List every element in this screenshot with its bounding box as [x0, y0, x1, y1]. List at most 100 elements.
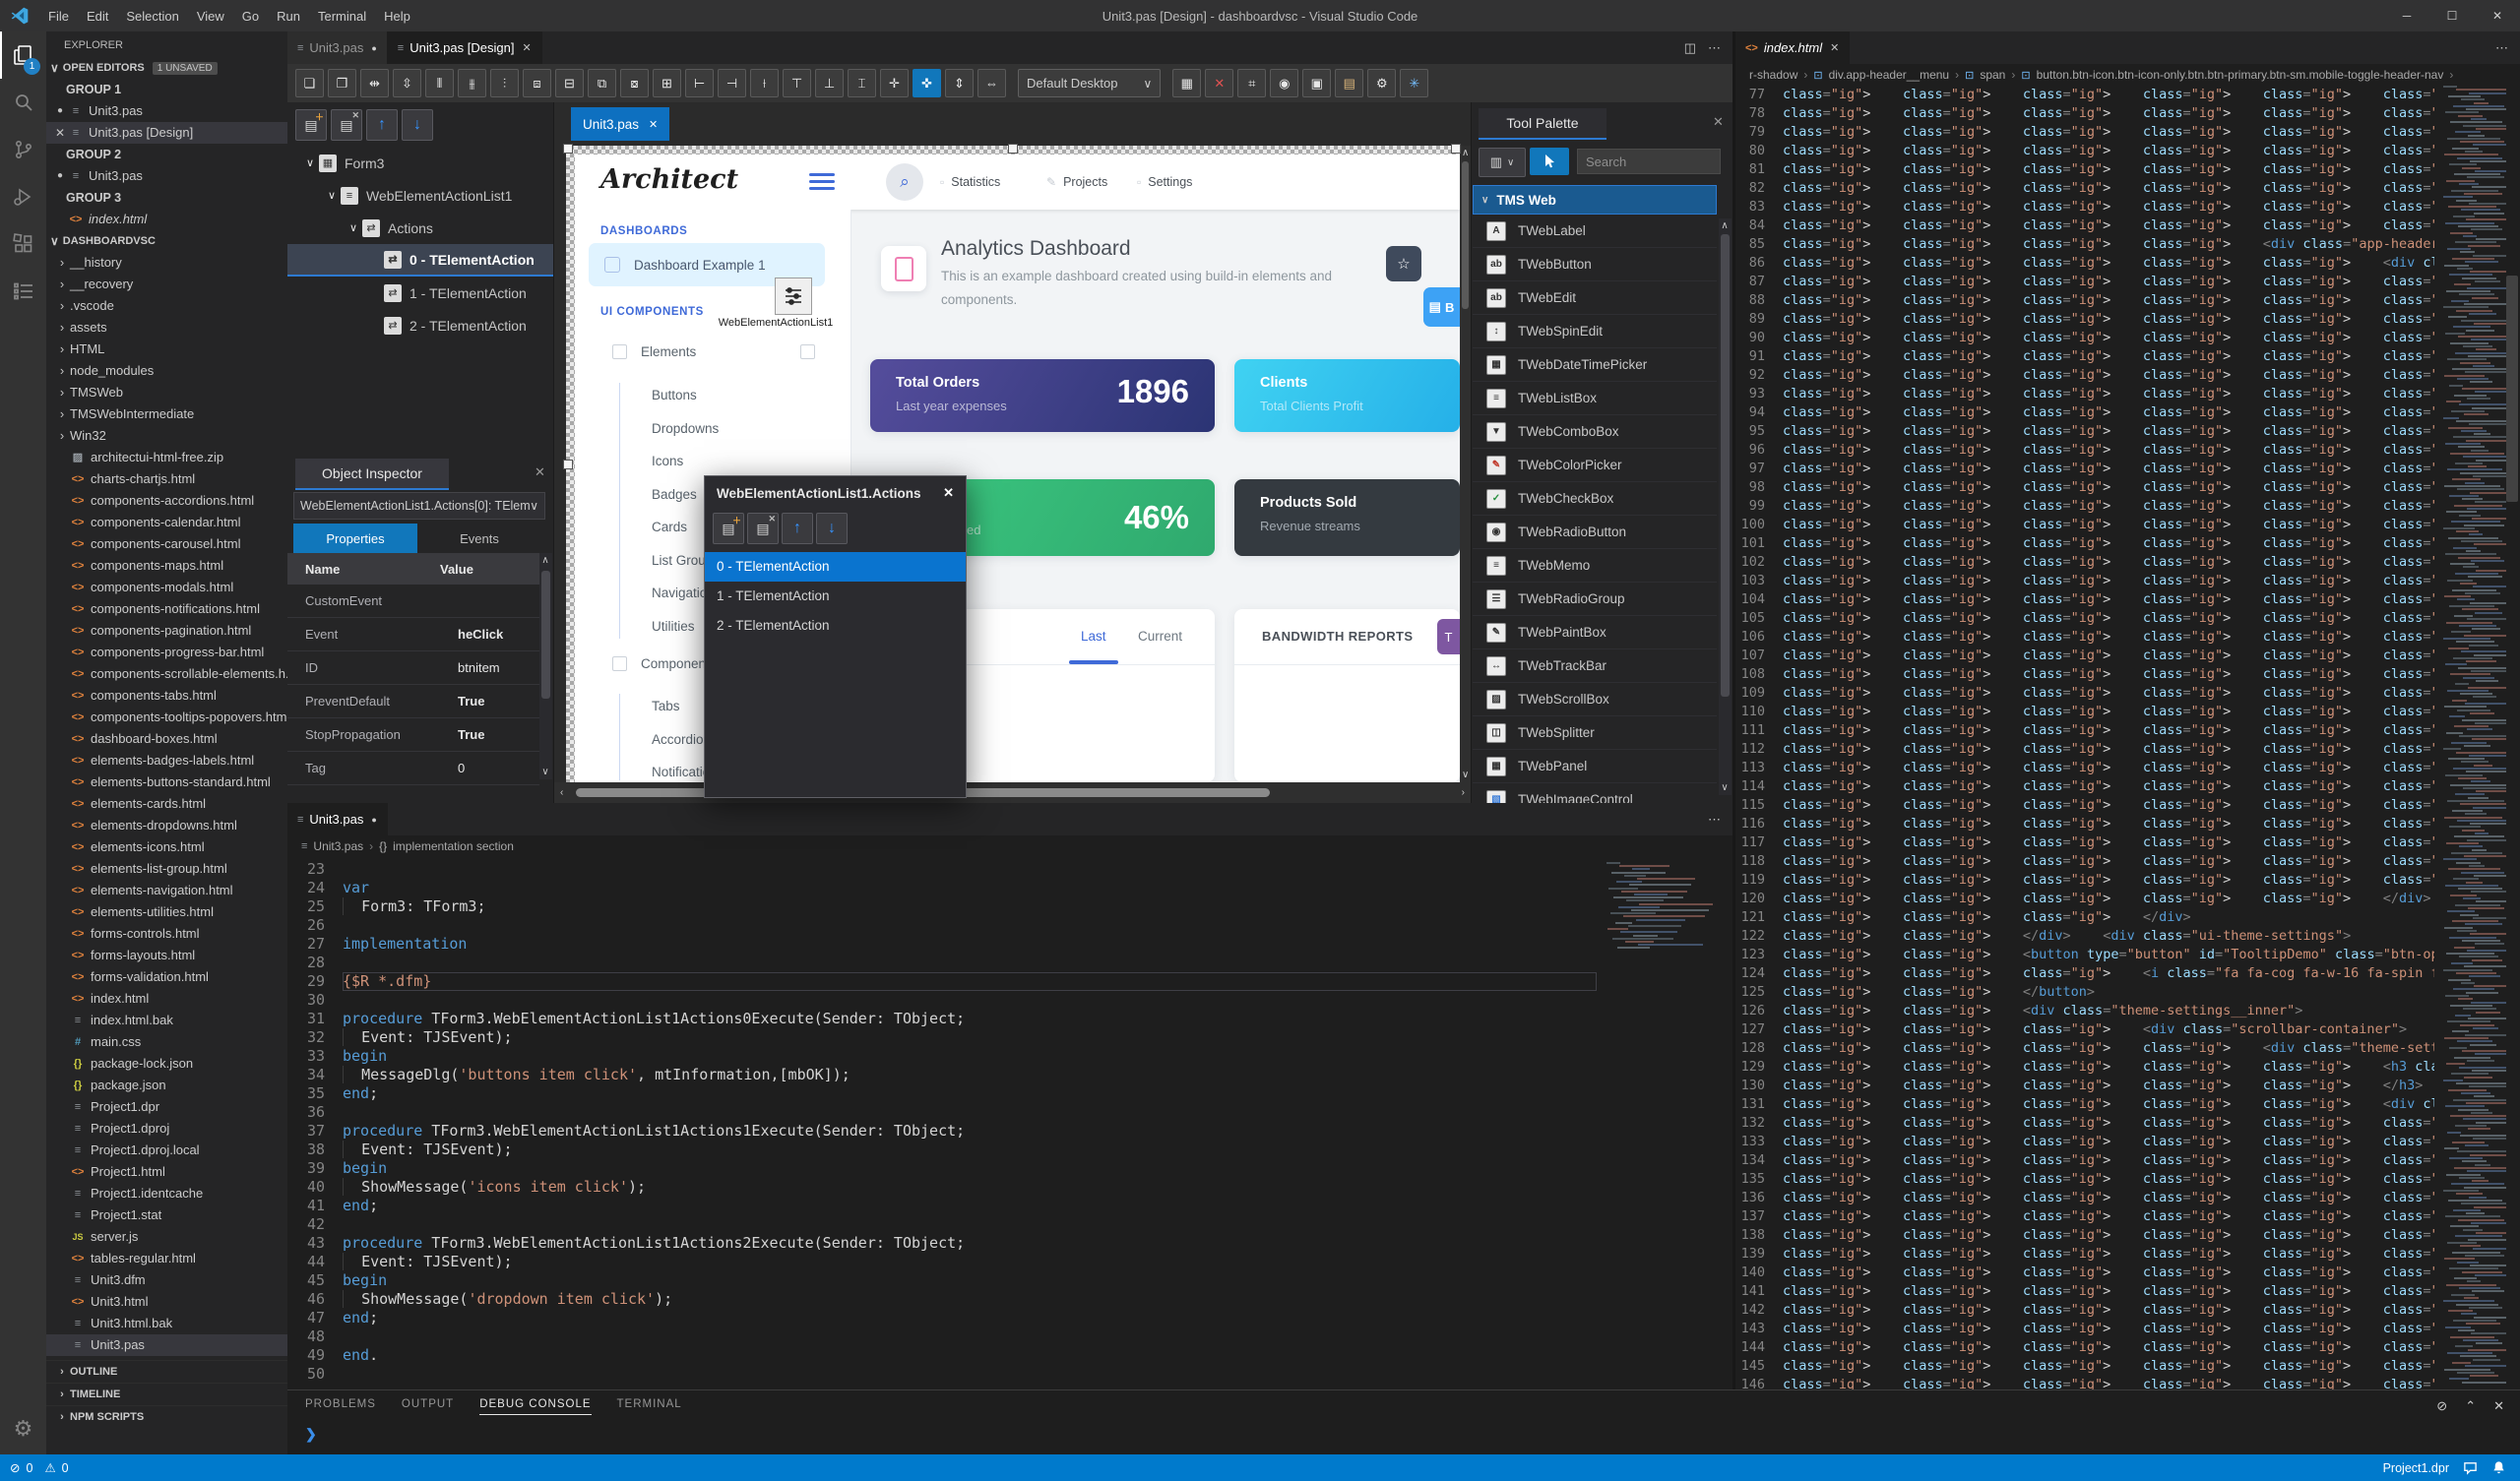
menu-terminal[interactable]: Terminal — [309, 9, 375, 24]
file-tables-regular-html[interactable]: <>tables-regular.html — [46, 1248, 287, 1269]
property-value[interactable]: 0 — [458, 761, 465, 775]
code-line[interactable]: 111class="ig"> class="ig"> class="ig"> c… — [1735, 721, 2434, 740]
sidebar-item-utilities[interactable]: Utilities — [652, 617, 695, 637]
code-line[interactable]: 92class="ig"> class="ig"> class="ig"> cl… — [1735, 366, 2434, 385]
bandwidth-button[interactable]: T — [1437, 619, 1460, 654]
panel-tab-debug-console[interactable]: DEBUG CONSOLE — [479, 1398, 591, 1415]
file-Project1-dproj-local[interactable]: ≡Project1.dproj.local — [46, 1140, 287, 1161]
panel-tab-output[interactable]: OUTPUT — [402, 1398, 454, 1415]
code-line[interactable]: 95class="ig"> class="ig"> class="ig"> cl… — [1735, 422, 2434, 441]
bell-icon[interactable] — [2491, 1460, 2506, 1475]
align-bottom-icon[interactable]: ⊥ — [815, 69, 844, 97]
file-architectui-html-free-zip[interactable]: ▨architectui-html-free.zip — [46, 447, 287, 468]
move-down-icon[interactable]: ↓ — [402, 109, 433, 141]
blue-action-button[interactable]: ▤B — [1423, 287, 1460, 327]
resize-handle[interactable] — [1008, 144, 1018, 154]
palette-search-input[interactable] — [1577, 149, 1721, 174]
tab-index-html[interactable]: <> index.html ✕ — [1735, 31, 1850, 64]
code-line[interactable]: 98class="ig"> class="ig"> class="ig"> cl… — [1735, 478, 2434, 497]
code-line[interactable]: 87class="ig"> class="ig"> class="ig"> cl… — [1735, 273, 2434, 291]
align-top-icon[interactable]: ⊤ — [783, 69, 811, 97]
code-line[interactable]: 114class="ig"> class="ig"> class="ig"> c… — [1735, 777, 2434, 796]
breadcrumb-item[interactable]: span — [1980, 68, 2005, 82]
view-grid-icon[interactable]: ▦ — [1172, 69, 1201, 97]
center-horizontally-icon[interactable]: ✛ — [880, 69, 909, 97]
file-server-js[interactable]: JSserver.js — [46, 1226, 287, 1248]
section-outline[interactable]: ›OUTLINE — [46, 1360, 287, 1383]
sidebar-item-cards[interactable]: Cards — [652, 518, 687, 537]
breadcrumb-item[interactable]: button.btn-icon.btn-icon-only.btn.btn-pr… — [2037, 68, 2444, 82]
code-line[interactable]: 46 ShowMessage('dropdown item click'); — [287, 1290, 1597, 1309]
more-actions-icon[interactable]: ⋯ — [1708, 812, 1721, 828]
checkbox-icon[interactable] — [612, 344, 627, 359]
code-line[interactable]: 40 ShowMessage('icons item click'); — [287, 1178, 1597, 1197]
code-line[interactable]: 31procedure TForm3.WebElementActionList1… — [287, 1010, 1597, 1028]
code-line[interactable]: 101class="ig"> class="ig"> class="ig"> c… — [1735, 534, 2434, 553]
tab-last[interactable]: Last — [1081, 629, 1106, 644]
code-line[interactable]: 129class="ig"> class="ig"> class="ig"> c… — [1735, 1058, 2434, 1077]
menu-go[interactable]: Go — [233, 9, 268, 24]
code-line[interactable]: 82class="ig"> class="ig"> class="ig"> cl… — [1735, 179, 2434, 198]
palette-item-twebpaintbox[interactable]: ✎TWebPaintBox — [1473, 616, 1717, 649]
pascal-breadcrumb[interactable]: ≡ Unit3.pas › {} implementation section — [287, 835, 1746, 857]
file-elements-buttons-standard-html[interactable]: <>elements-buttons-standard.html — [46, 771, 287, 793]
code-line[interactable]: 100class="ig"> class="ig"> class="ig"> c… — [1735, 516, 2434, 534]
tab-unit3-pas[interactable]: ≡ Unit3.pas ● — [287, 31, 388, 64]
code-line[interactable]: 125class="ig"> class="ig"> </button> — [1735, 983, 2434, 1002]
code-line[interactable]: 80class="ig"> class="ig"> class="ig"> cl… — [1735, 142, 2434, 160]
code-line[interactable]: 120class="ig"> class="ig"> class="ig"> c… — [1735, 890, 2434, 908]
code-line[interactable]: 48 — [287, 1327, 1597, 1346]
palette-scrollbar[interactable]: ∧ ∨ — [1719, 218, 1732, 795]
palette-section-tms-web[interactable]: ∨ TMS Web — [1473, 185, 1717, 215]
code-line[interactable]: 49end. — [287, 1346, 1597, 1365]
cursor-tool-button[interactable] — [1530, 148, 1569, 175]
active-project[interactable]: Project1.dpr — [2383, 1461, 2449, 1475]
code-line[interactable]: 102class="ig"> class="ig"> class="ig"> c… — [1735, 553, 2434, 572]
size-to-width-icon[interactable]: ⇔ — [977, 69, 1006, 97]
debug-console-prompt[interactable]: ❯ — [305, 1426, 317, 1443]
code-line[interactable]: 83class="ig"> class="ig"> class="ig"> cl… — [1735, 198, 2434, 216]
source-control-icon[interactable] — [0, 126, 46, 173]
errors-icon[interactable]: ⊘ — [10, 1460, 20, 1475]
sidebar-item-buttons[interactable]: Buttons — [652, 386, 697, 405]
code-line[interactable]: 117class="ig"> class="ig"> class="ig"> c… — [1735, 833, 2434, 852]
code-line[interactable]: 110class="ig"> class="ig"> class="ig"> c… — [1735, 703, 2434, 721]
run-debug-icon[interactable] — [0, 173, 46, 220]
move-down-icon[interactable]: ↓ — [816, 513, 848, 544]
code-line[interactable]: 108class="ig"> class="ig"> class="ig"> c… — [1735, 665, 2434, 684]
palette-item-twebsplitter[interactable]: ◫TWebSplitter — [1473, 716, 1717, 750]
file-index-html-bak[interactable]: ≡index.html.bak — [46, 1010, 287, 1031]
delete-item-icon[interactable]: ▤✕ — [747, 513, 779, 544]
space-equally-vertical-icon[interactable]: ⊟ — [555, 69, 584, 97]
code-line[interactable]: 118class="ig"> class="ig"> class="ig"> c… — [1735, 852, 2434, 871]
palette-item-twebradiobutton[interactable]: ◉TWebRadioButton — [1473, 516, 1717, 549]
file-Project1-dpr[interactable]: ≡Project1.dpr — [46, 1096, 287, 1118]
palette-item-twebmemo[interactable]: ≡TWebMemo — [1473, 549, 1717, 583]
property-value[interactable]: True — [458, 727, 484, 742]
web-element-action-list-component[interactable] — [775, 278, 812, 315]
align-left-icon[interactable]: ⊢ — [685, 69, 714, 97]
open-editor-item[interactable]: ●≡Unit3.pas — [46, 100, 287, 122]
increase-h-space-icon[interactable]: ⫵ — [458, 69, 486, 97]
file-elements-utilities-html[interactable]: <>elements-utilities.html — [46, 901, 287, 923]
section-timeline[interactable]: ›TIMELINE — [46, 1383, 287, 1405]
menu-selection[interactable]: Selection — [117, 9, 187, 24]
folder-HTML[interactable]: ›HTML — [46, 339, 287, 360]
sidebar-item-badges[interactable]: Badges — [652, 485, 697, 505]
property-row-tag[interactable]: Tag0 — [287, 752, 539, 785]
toggle-grid-icon[interactable]: ⌗ — [1237, 69, 1266, 97]
code-line[interactable]: 130class="ig"> class="ig"> class="ig"> c… — [1735, 1077, 2434, 1095]
code-line[interactable]: 29{$R *.dfm} — [287, 972, 1597, 991]
file-components-progress-bar-html[interactable]: <>components-progress-bar.html — [46, 642, 287, 663]
property-value[interactable]: heClick — [458, 627, 503, 642]
code-line[interactable]: 112class="ig"> class="ig"> class="ig"> c… — [1735, 740, 2434, 759]
close-tab-icon[interactable]: ✕ — [522, 41, 531, 54]
code-line[interactable]: 24var — [287, 879, 1597, 897]
code-line[interactable]: 32 Event: TJSEvent); — [287, 1028, 1597, 1047]
move-up-icon[interactable]: ↑ — [782, 513, 813, 544]
sidebar-item-elements[interactable]: Elements — [641, 342, 696, 362]
code-line[interactable]: 113class="ig"> class="ig"> class="ig"> c… — [1735, 759, 2434, 777]
folder-TMSWeb[interactable]: ›TMSWeb — [46, 382, 287, 403]
folder-__history[interactable]: ›__history — [46, 252, 287, 274]
code-line[interactable]: 144class="ig"> class="ig"> class="ig"> c… — [1735, 1338, 2434, 1357]
